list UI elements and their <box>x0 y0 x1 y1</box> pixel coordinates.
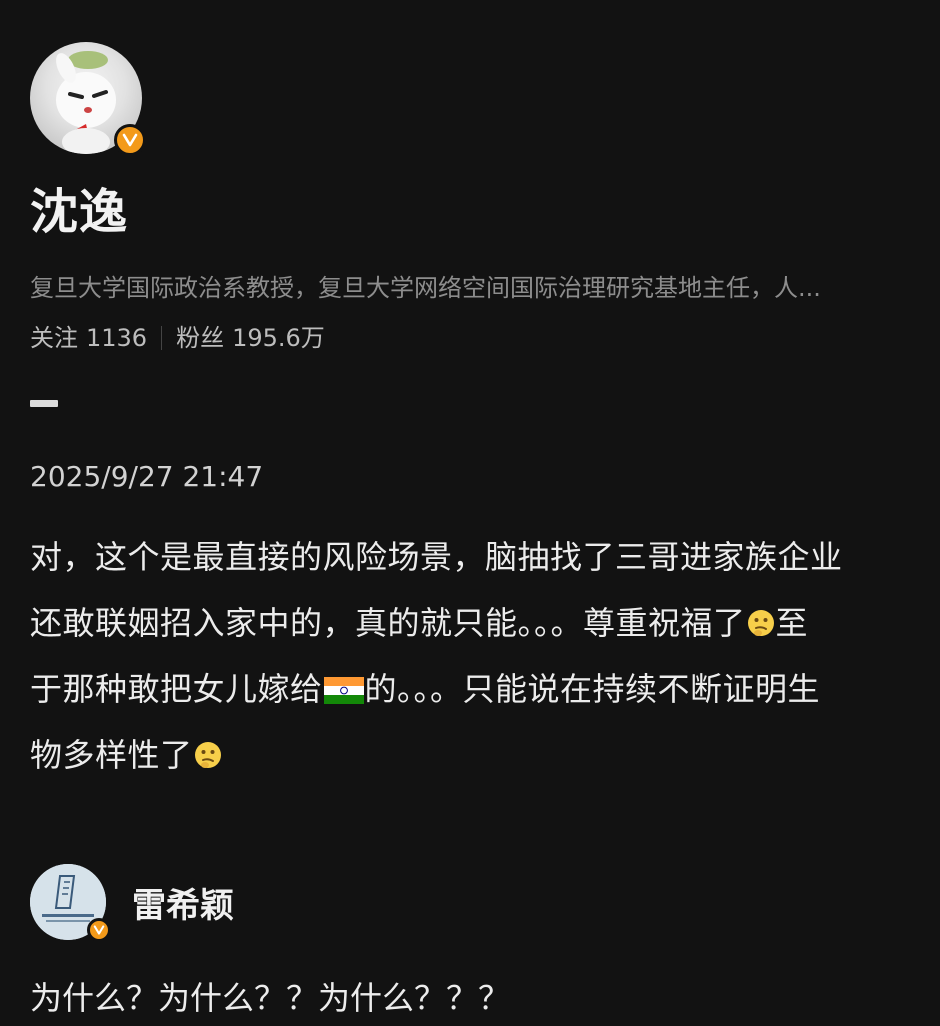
reply-text: 为什么？为什么？？为什么？？？ <box>30 979 511 1017</box>
post-text: 于那种敢把女儿嫁给 <box>30 670 323 708</box>
profile-stats: 关注 1136 粉丝 195.6万 <box>30 318 325 358</box>
post-text: 还敢联姻招入家中的，真的就只能。。。尊重祝福了 <box>30 604 746 642</box>
post-text: 的。。。只能说在持续不断证明生 <box>364 670 821 708</box>
post-text: 物多样性了 <box>30 736 193 774</box>
post-line: 还敢联姻招入家中的，真的就只能。。。尊重祝福了 至 <box>30 590 910 656</box>
thinking-face-icon <box>747 610 774 636</box>
reply-avatar[interactable] <box>30 864 111 942</box>
following-stat[interactable]: 关注 1136 <box>30 318 147 358</box>
post-body: 对，这个是最直接的风险场景，脑抽找了三哥进家族企业 还敢联姻招入家中的，真的就只… <box>30 524 910 788</box>
following-label: 关注 <box>30 324 78 352</box>
india-flag-icon <box>323 677 364 704</box>
reply-author-name[interactable]: 雷希颖 <box>132 882 234 930</box>
profile-bio: 复旦大学国际政治系教授，复旦大学网络空间国际治理研究基地主任，人... <box>30 274 821 302</box>
post-line: 物多样性了 <box>30 722 910 788</box>
post-line: 对，这个是最直接的风险场景，脑抽找了三哥进家族企业 <box>30 524 910 590</box>
weibo-comment-screen: 沈逸 复旦大学国际政治系教授，复旦大学网络空间国际治理研究基地主任，人... 关… <box>0 0 940 1017</box>
verified-badge-icon <box>87 918 111 942</box>
followers-label: 粉丝 <box>176 324 225 352</box>
verified-badge-icon <box>114 124 146 156</box>
post-line: 于那种敢把女儿嫁给 的。。。只能说在持续不断证明生 <box>30 656 910 722</box>
thinking-face-icon <box>194 742 221 768</box>
stats-divider <box>161 326 163 350</box>
followers-stat[interactable]: 粉丝 195.6万 <box>176 318 325 358</box>
section-divider <box>30 400 58 407</box>
following-count: 1136 <box>86 324 148 352</box>
post-timestamp: 2025/9/27 21:47 <box>30 460 264 493</box>
profile-avatar[interactable] <box>30 42 146 156</box>
post-text: 至 <box>775 604 809 642</box>
post-text: 对，这个是最直接的风险场景，脑抽找了三哥进家族企业 <box>30 538 843 576</box>
followers-count: 195.6万 <box>232 324 325 352</box>
profile-name[interactable]: 沈逸 <box>30 180 128 244</box>
